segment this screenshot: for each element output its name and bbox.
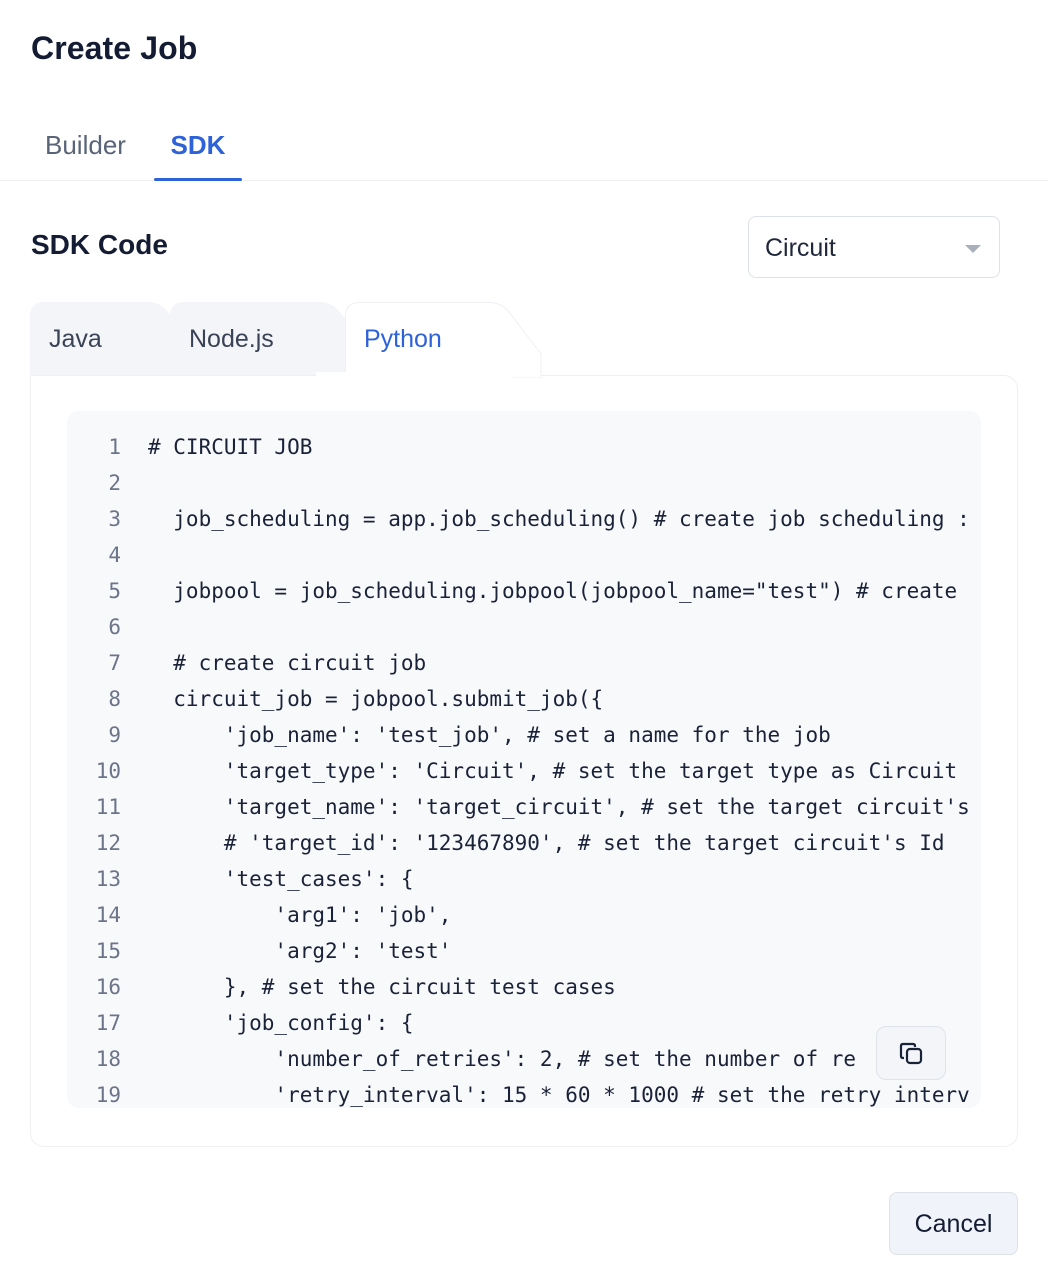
line-number: 6 (108, 615, 121, 639)
line-number: 18 (95, 1047, 121, 1071)
line-number: 17 (95, 1011, 121, 1035)
code-line: 12 # 'target_id': '123467890', # set the… (67, 825, 981, 861)
line-number: 11 (95, 795, 121, 819)
code-text: 'job_name': 'test_job', # set a name for… (148, 723, 831, 747)
target-type-value: Circuit (765, 234, 836, 262)
line-number: 10 (95, 759, 121, 783)
sdk-code-heading: SDK Code (31, 229, 168, 260)
code-text: 'test_cases': { (148, 867, 414, 891)
code-line: 11 'target_name': 'target_circuit', # se… (67, 789, 981, 825)
line-number: 19 (95, 1083, 121, 1107)
code-text: job_scheduling = app.job_scheduling() # … (148, 507, 970, 531)
code-text: # create circuit job (148, 651, 427, 675)
code-line: 10 'target_type': 'Circuit', # set the t… (67, 753, 981, 789)
line-number: 16 (95, 975, 121, 999)
code-line: 2 (67, 465, 981, 501)
line-number: 7 (108, 651, 121, 675)
code-text: 'retry_interval': 15 * 60 * 1000 # set t… (148, 1083, 970, 1107)
tab-python[interactable]: Python (345, 302, 575, 378)
line-number: 1 (108, 435, 121, 459)
line-number: 2 (108, 471, 121, 495)
dialog-title: Create Job (31, 30, 198, 66)
code-line: 1 # CIRCUIT JOB (67, 429, 981, 465)
tab-nodejs-label: Node.js (189, 325, 274, 353)
code-line: 13 'test_cases': { (67, 861, 981, 897)
code-line: 17 'job_config': { (67, 1005, 981, 1041)
code-text: jobpool = job_scheduling.jobpool(jobpool… (148, 579, 958, 603)
code-line: 3 job_scheduling = app.job_scheduling() … (67, 501, 981, 537)
line-number: 9 (108, 723, 121, 747)
line-number: 13 (95, 867, 121, 891)
target-type-select[interactable]: Circuit (748, 216, 1000, 278)
copy-button[interactable] (876, 1026, 946, 1080)
line-number: 14 (95, 903, 121, 927)
code-line: 4 (67, 537, 981, 573)
tab-java-label: Java (49, 325, 102, 353)
panel-tab-join (316, 372, 511, 378)
tab-python-label: Python (364, 325, 442, 353)
code-text: 'target_name': 'target_circuit', # set t… (148, 795, 970, 819)
chevron-down-icon (965, 245, 981, 253)
code-line: 14 'arg1': 'job', (67, 897, 981, 933)
cancel-button[interactable]: Cancel (889, 1192, 1018, 1255)
code-line: 19 'retry_interval': 15 * 60 * 1000 # se… (67, 1077, 981, 1108)
line-number: 4 (108, 543, 121, 567)
tab-builder[interactable]: Builder (45, 118, 126, 181)
code-text: }, # set the circuit test cases (148, 975, 616, 999)
code-text: # CIRCUIT JOB (148, 435, 313, 459)
code-block[interactable]: 1 # CIRCUIT JOB 2 3 job_scheduling = app.jo… (67, 411, 981, 1108)
copy-icon (899, 1042, 923, 1065)
code-text: 'target_type': 'Circuit', # set the targ… (148, 759, 958, 783)
code-text: 'job_config': { (148, 1011, 414, 1035)
code-line: 5 jobpool = job_scheduling.jobpool(jobpo… (67, 573, 981, 609)
code-line: 8 circuit_job = jobpool.submit_job({ (67, 681, 981, 717)
code-text: 'arg2': 'test' (148, 939, 452, 963)
line-number: 3 (108, 507, 121, 531)
tab-sdk[interactable]: SDK (154, 118, 242, 181)
line-number: 15 (95, 939, 121, 963)
code-text: 'number_of_retries': 2, # set the number… (148, 1047, 857, 1071)
code-line: 15 'arg2': 'test' (67, 933, 981, 969)
language-tab-bar: Java Node.js Python (30, 302, 590, 378)
code-line: 6 (67, 609, 981, 645)
code-line: 9 'job_name': 'test_job', # set a name f… (67, 717, 981, 753)
top-tab-bar: Builder SDK (0, 118, 1048, 181)
line-number: 8 (108, 687, 121, 711)
code-line: 16 }, # set the circuit test cases (67, 969, 981, 1005)
code-text: circuit_job = jobpool.submit_job({ (148, 687, 604, 711)
code-line: 7 # create circuit job (67, 645, 981, 681)
code-text: # 'target_id': '123467890', # set the ta… (148, 831, 945, 855)
code-text: 'arg1': 'job', (148, 903, 452, 927)
line-number: 5 (108, 579, 121, 603)
code-line: 18 'number_of_retries': 2, # set the num… (67, 1041, 981, 1077)
tab-nodejs[interactable]: Node.js (170, 302, 372, 378)
line-number: 12 (95, 831, 121, 855)
